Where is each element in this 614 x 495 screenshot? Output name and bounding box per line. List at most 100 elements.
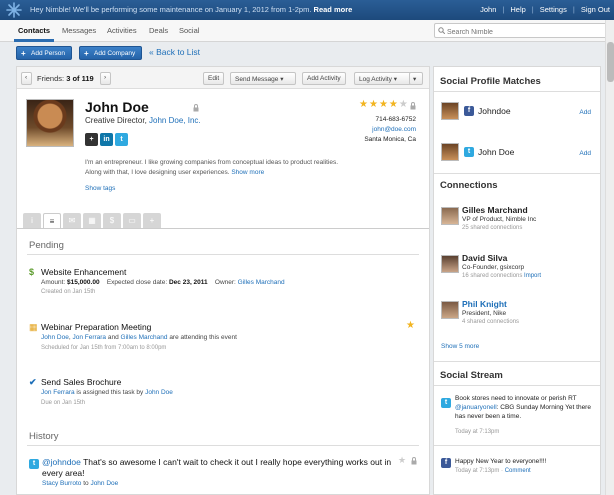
comment-link[interactable]: Comment	[505, 468, 531, 474]
chat-icon[interactable]: ▭	[123, 213, 141, 228]
stream-time: Today at 7:13pm	[455, 429, 500, 435]
connections-heading: Connections	[440, 180, 498, 191]
lock-icon[interactable]	[193, 104, 199, 112]
tab-social[interactable]: Social	[179, 26, 199, 35]
connection-name[interactable]: David Silva	[462, 253, 507, 263]
contact-toolbar: ‹ Friends: 3 of 119 › Edit Send Message …	[17, 67, 429, 89]
add-person-label: Add Person	[31, 50, 65, 57]
star-icon[interactable]: ★	[398, 455, 406, 466]
send-message-button[interactable]: Send Message ▾	[230, 72, 296, 85]
event-attendees: John Doe, Jon Ferrara and Gilles Marchan…	[41, 334, 237, 341]
add-match-button[interactable]: Add	[579, 150, 591, 157]
mention-link[interactable]: @johndoe	[42, 457, 81, 467]
linkedin-icon[interactable]: in	[100, 133, 113, 146]
tab-messages[interactable]: Messages	[62, 26, 96, 35]
prev-contact-button[interactable]: ‹	[21, 72, 32, 85]
import-link[interactable]: Import	[524, 273, 541, 279]
task-title[interactable]: Send Sales Brochure	[41, 377, 121, 387]
star-icon[interactable]: ★	[379, 100, 388, 110]
user-link[interactable]: John	[480, 5, 496, 14]
add-company-button[interactable]: + Add Company	[79, 46, 142, 60]
connection-shared[interactable]: 25 shared connections	[462, 225, 522, 231]
log-activity-button[interactable]: Log Activity ▾	[354, 72, 412, 85]
scrollbar-thumb[interactable]	[607, 42, 614, 82]
dollar-icon: $	[29, 267, 35, 277]
match-handle[interactable]: Johndoe	[478, 106, 511, 116]
divider	[434, 173, 600, 174]
rating-stars[interactable]: ★ ★ ★ ★ ★	[359, 100, 408, 110]
to-link[interactable]: John Doe	[90, 480, 118, 487]
owner-link[interactable]: Gilles Marchand	[238, 279, 285, 286]
close-date-value: Dec 23, 2011	[168, 279, 208, 286]
add-activity-button[interactable]: Add Activity	[302, 72, 346, 85]
deal-title[interactable]: Website Enhancement	[41, 267, 126, 277]
facebook-icon: f	[464, 106, 474, 116]
show-more-connections-link[interactable]: Show 5 more	[441, 343, 479, 350]
from-link[interactable]: Stacy Burroto	[42, 480, 81, 487]
tab-activities[interactable]: Activities	[107, 26, 137, 35]
back-to-list-link[interactable]: « Back to List	[149, 47, 200, 57]
chevron-down-icon: ▾	[393, 76, 397, 83]
plus-icon[interactable]: +	[85, 133, 98, 146]
connection-name[interactable]: Phil Knight	[462, 299, 507, 309]
people-icon[interactable]: +	[143, 213, 161, 228]
attendee-link[interactable]: Gilles Marchand	[121, 334, 168, 341]
assignee-link[interactable]: Jon Ferrara	[41, 389, 75, 396]
assigned-text: is assigned this task by	[76, 389, 144, 396]
connection-name[interactable]: Gilles Marchand	[462, 205, 528, 215]
mention-link[interactable]: @januaryonell	[455, 404, 497, 411]
tab-contacts[interactable]: Contacts	[18, 26, 50, 35]
star-icon[interactable]: ★	[359, 100, 368, 110]
tab-deals[interactable]: Deals	[149, 26, 168, 35]
next-contact-button[interactable]: ›	[100, 72, 111, 85]
lock-icon[interactable]	[410, 102, 416, 110]
event-title[interactable]: Webinar Preparation Meeting	[41, 322, 151, 332]
phone-number[interactable]: 714-683-6752	[364, 115, 416, 125]
calendar-icon[interactable]: ▦	[83, 213, 101, 228]
show-more-link[interactable]: Show more	[231, 169, 264, 176]
twitter-icon[interactable]: t	[115, 133, 128, 146]
attendee-link[interactable]: Jon Ferrara	[72, 334, 106, 341]
add-activity-label: Add Activity	[307, 75, 341, 82]
help-link[interactable]: Help	[510, 5, 525, 14]
friends-label: Friends:	[37, 74, 65, 83]
info-icon[interactable]: i	[23, 213, 41, 228]
dollar-icon[interactable]: $	[103, 213, 121, 228]
attendee-link[interactable]: John Doe	[41, 334, 69, 341]
mail-icon[interactable]: ✉	[63, 213, 81, 228]
connection-shared[interactable]: 4 shared connections	[462, 319, 519, 325]
send-message-label: Send Message	[235, 76, 279, 83]
search-input[interactable]	[434, 23, 608, 38]
add-company-label: Add Company	[94, 50, 136, 57]
edit-button[interactable]: Edit	[203, 72, 225, 85]
contact-title: Creative Director, John Doe, Inc.	[85, 116, 201, 125]
edit-label: Edit	[208, 75, 220, 82]
list-icon[interactable]: ≡	[43, 213, 61, 228]
star-icon[interactable]: ★	[399, 100, 408, 110]
star-icon[interactable]: ★	[369, 100, 378, 110]
email-link[interactable]: john@doe.com	[364, 125, 416, 135]
add-match-button[interactable]: Add	[579, 109, 591, 116]
show-tags-link[interactable]: Show tags	[85, 185, 115, 192]
lock-icon[interactable]	[411, 457, 417, 465]
social-icons: + in t	[85, 133, 128, 146]
connection-title: VP of Product, Nimble Inc	[462, 216, 537, 223]
sign-out-link[interactable]: Sign Out	[581, 5, 610, 14]
read-more-link[interactable]: Read more	[314, 5, 353, 14]
active-tab-indicator	[14, 39, 54, 42]
nimble-logo-icon[interactable]	[3, 0, 25, 20]
star-icon[interactable]: ★	[389, 100, 398, 110]
company-link[interactable]: John Doe, Inc.	[149, 116, 201, 125]
more-options-button[interactable]: ▾	[409, 72, 423, 85]
add-person-button[interactable]: + Add Person	[16, 46, 72, 60]
shared-count[interactable]: 16 shared connections	[462, 273, 522, 279]
star-icon[interactable]: ★	[406, 320, 415, 331]
maintenance-notice: Hey Nimble! We'll be performing some mai…	[30, 5, 352, 14]
assigner-link[interactable]: John Doe	[145, 389, 173, 396]
match-handle[interactable]: John Doe	[478, 147, 514, 157]
settings-link[interactable]: Settings	[540, 5, 567, 14]
history-text: That's so awesome I can't wait to check …	[42, 457, 392, 478]
contact-details: 714-683-6752 john@doe.com Santa Monica, …	[364, 115, 416, 145]
maintenance-text: Hey Nimble! We'll be performing some mai…	[30, 5, 312, 14]
scrollbar[interactable]	[605, 20, 614, 495]
